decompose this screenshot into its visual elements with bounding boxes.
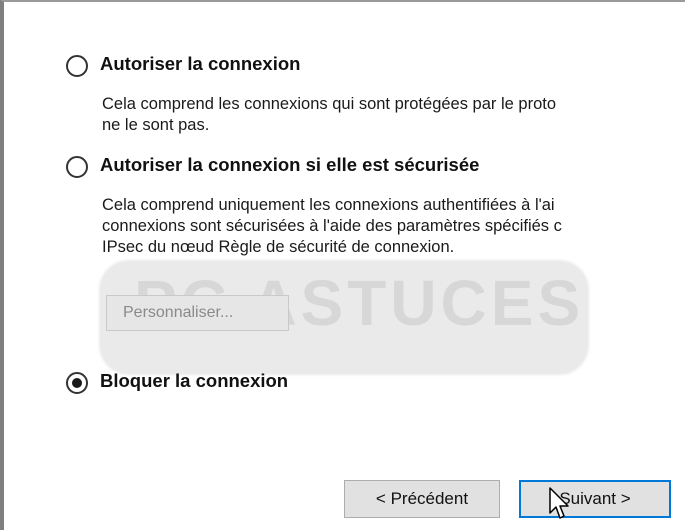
option-description-line: ne le sont pas. [102,116,210,134]
dialog-frame: PC ASTUCES Autoriser la connexion Cela c… [0,0,685,530]
customize-button: Personnaliser... [106,295,289,331]
option-label[interactable]: Autoriser la connexion si elle est sécur… [100,154,479,176]
option-description-line: IPsec du nœud Règle de sécurité de conne… [102,238,455,256]
radio-block-connection[interactable] [66,372,88,394]
option-description-line: Cela comprend les connexions qui sont pr… [102,95,557,113]
next-button[interactable]: Suivant > [519,480,671,518]
mouse-pointer-icon [549,487,569,519]
back-button[interactable]: < Précédent [344,480,500,518]
option-description-line: Cela comprend uniquement les connexions … [102,196,555,214]
option-label[interactable]: Bloquer la connexion [100,370,288,392]
radio-allow-connection[interactable] [66,55,88,77]
option-label[interactable]: Autoriser la connexion [100,53,300,75]
radio-allow-if-secure[interactable] [66,156,88,178]
option-description-line: connexions sont sécurisées à l'aide des … [102,217,562,235]
